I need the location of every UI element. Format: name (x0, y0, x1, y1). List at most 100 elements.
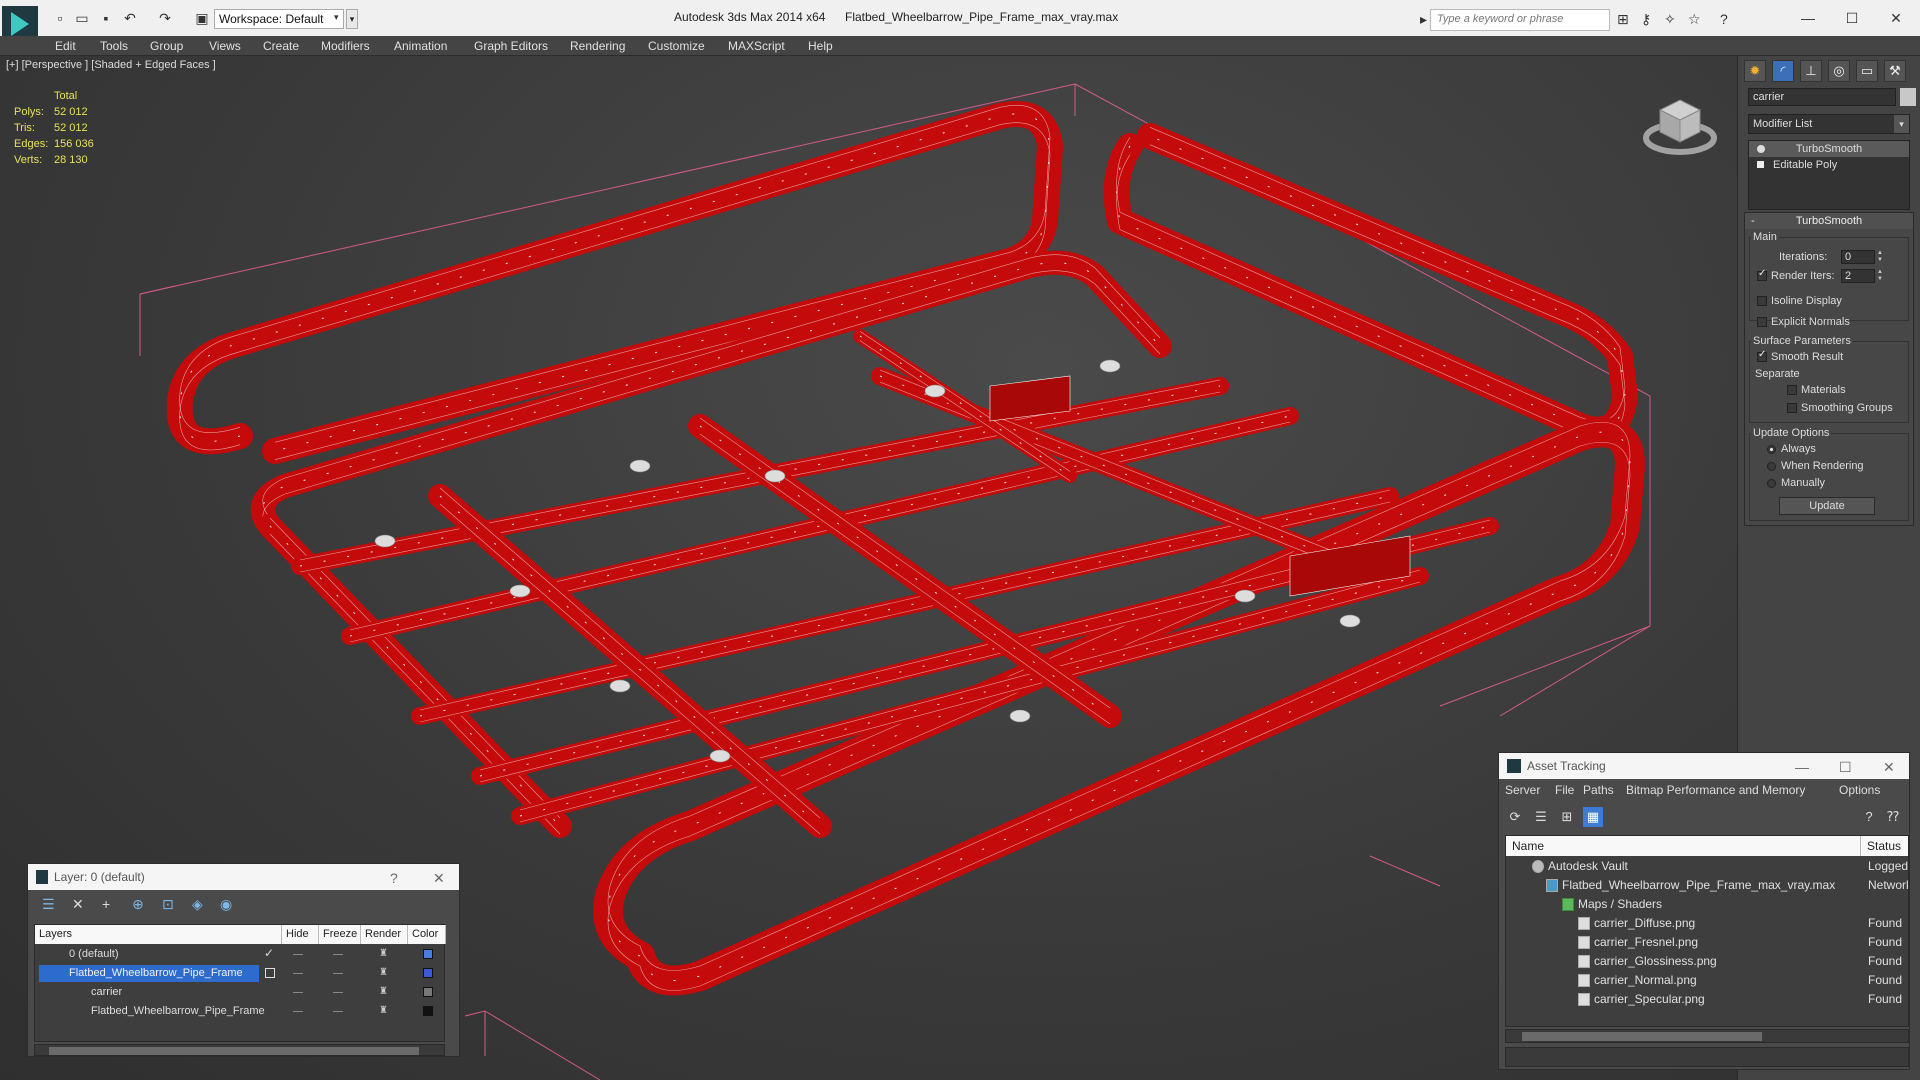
asset-row[interactable]: Flatbed_Wheelbarrow_Pipe_Frame_max_vray.… (1506, 876, 1908, 895)
spinner-arrows-icon[interactable]: ▲ ▼ (1877, 269, 1885, 283)
menu-options[interactable]: Options (1839, 783, 1880, 797)
column-status[interactable]: Status (1861, 836, 1908, 856)
menu-rendering[interactable]: Rendering (570, 39, 625, 53)
motion-tab-icon[interactable]: ◎ (1828, 60, 1850, 82)
tree-view-icon[interactable]: ⊞ (1557, 807, 1577, 827)
refresh-icon[interactable]: ⟳ (1505, 807, 1525, 827)
asset-name[interactable]: carrier_Specular.png (1594, 990, 1705, 1009)
hierarchy-tab-icon[interactable]: ⊥ (1800, 60, 1822, 82)
layer-name[interactable]: 0 (default) (39, 946, 259, 963)
menu-modifiers[interactable]: Modifiers (321, 39, 370, 53)
display-tab-icon[interactable]: ▭ (1856, 60, 1878, 82)
menu-tools[interactable]: Tools (100, 39, 128, 53)
menu-edit[interactable]: Edit (55, 39, 76, 53)
asset-name[interactable]: carrier_Normal.png (1594, 971, 1697, 990)
column-color[interactable]: Color (408, 925, 446, 944)
menu-file[interactable]: File (1555, 783, 1574, 797)
asset-name[interactable]: Maps / Shaders (1578, 895, 1662, 914)
layer-row[interactable]: 0 (default) ✓ ♜ (35, 945, 446, 964)
freeze-toggle[interactable] (333, 1011, 343, 1012)
explicit-normals-checkbox[interactable] (1757, 317, 1767, 327)
modifier-list-dropdown[interactable]: Modifier List (1748, 114, 1910, 134)
menu-animation[interactable]: Animation (394, 39, 447, 53)
menu-create[interactable]: Create (263, 39, 299, 53)
layer-window-titlebar[interactable]: Layer: 0 (default) ? ✕ (28, 864, 459, 890)
render-teapot-icon[interactable]: ♜ (379, 1005, 388, 1016)
iterations-spinner[interactable]: 0 (1841, 250, 1875, 264)
column-layers[interactable]: Layers (35, 925, 282, 944)
asset-name[interactable]: carrier_Fresnel.png (1594, 933, 1698, 952)
maximize-icon[interactable]: ☐ (1839, 759, 1852, 776)
highlight-layer-icon[interactable]: ◈ (192, 896, 203, 913)
layer-row[interactable]: Flatbed_Wheelbarrow_Pipe_Frame ♜ (35, 964, 446, 983)
layer-name[interactable]: Flatbed_Wheelbarrow_Pipe_Frame (39, 965, 259, 982)
viewport-label[interactable]: [+] [Perspective ] [Shaded + Edged Faces… (6, 59, 216, 71)
asset-row[interactable]: carrier_Glossiness.png Found (1506, 952, 1908, 971)
stack-item-turbosmooth[interactable]: TurboSmooth (1749, 141, 1909, 157)
expand-arrow-icon[interactable]: ▸ (1420, 11, 1427, 28)
horizontal-scrollbar[interactable] (1505, 1029, 1909, 1043)
render-teapot-icon[interactable]: ♜ (379, 967, 388, 978)
menu-group[interactable]: Group (150, 39, 183, 53)
freeze-toggle[interactable] (333, 973, 343, 974)
help-icon[interactable]: ? (1720, 11, 1728, 27)
minimize-icon[interactable]: — (1788, 4, 1828, 32)
maximize-icon[interactable]: ☐ (1832, 4, 1872, 32)
manually-radio[interactable] (1767, 479, 1776, 488)
asset-row[interactable]: carrier_Diffuse.png Found (1506, 914, 1908, 933)
menu-customize[interactable]: Customize (648, 39, 705, 53)
workspace-dropdown[interactable]: Workspace: Default (214, 9, 344, 29)
add-layer-icon[interactable]: + (102, 896, 110, 912)
delete-layer-icon[interactable]: ✕ (72, 896, 84, 913)
freeze-toggle[interactable] (333, 954, 343, 955)
select-objects-icon[interactable]: ⊡ (162, 896, 174, 913)
new-file-icon[interactable]: ▫ (52, 10, 68, 26)
menu-help[interactable]: Help (808, 39, 833, 53)
project-folder-icon[interactable]: ▣ (194, 10, 210, 26)
context-help-icon[interactable]: ⁇ (1883, 807, 1903, 827)
layer-color-swatch[interactable] (423, 968, 433, 978)
hide-toggle[interactable] (293, 1011, 303, 1012)
hide-toggle[interactable] (293, 973, 303, 974)
horizontal-scrollbar[interactable] (34, 1044, 445, 1056)
object-row[interactable]: carrier ♜ (35, 983, 446, 1002)
stack-item-editable-poly[interactable]: Editable Poly (1749, 157, 1909, 173)
list-view-icon[interactable]: ☰ (1531, 807, 1551, 827)
bulb-icon[interactable] (1757, 145, 1765, 153)
column-hide[interactable]: Hide (282, 925, 319, 944)
asset-name[interactable]: Autodesk Vault (1548, 857, 1628, 876)
search-input[interactable]: Type a keyword or phrase (1430, 9, 1610, 31)
asset-row[interactable]: carrier_Fresnel.png Found (1506, 933, 1908, 952)
asset-path-bar[interactable] (1505, 1047, 1909, 1067)
object-name[interactable]: Flatbed_Wheelbarrow_Pipe_Frame (39, 1003, 279, 1020)
update-button[interactable]: Update (1779, 497, 1875, 515)
column-render[interactable]: Render (361, 925, 408, 944)
hide-all-icon[interactable]: ◉ (220, 896, 232, 913)
chevron-down-icon[interactable]: ▾ (1894, 115, 1909, 133)
menu-graph-editors[interactable]: Graph Editors (474, 39, 548, 53)
modify-tab-icon[interactable]: ◜ (1772, 60, 1794, 82)
isoline-display-checkbox[interactable] (1757, 296, 1767, 306)
menu-paths[interactable]: Paths (1583, 783, 1614, 797)
minimize-icon[interactable]: — (1795, 759, 1809, 775)
render-teapot-icon[interactable]: ♜ (379, 948, 388, 959)
menu-server[interactable]: Server (1505, 783, 1540, 797)
create-tab-icon[interactable]: ✹ (1744, 60, 1766, 82)
hide-toggle[interactable] (293, 992, 303, 993)
redo-icon[interactable]: ↷ (157, 10, 173, 26)
always-radio[interactable] (1767, 445, 1776, 454)
set-active-box[interactable] (265, 968, 275, 978)
column-freeze[interactable]: Freeze (319, 925, 361, 944)
smoothing-groups-checkbox[interactable] (1787, 403, 1797, 413)
asset-row[interactable]: carrier_Specular.png Found (1506, 990, 1908, 1009)
utilities-tab-icon[interactable]: ⚒ (1884, 60, 1906, 82)
close-icon[interactable]: ✕ (1876, 4, 1916, 32)
column-name[interactable]: Name (1506, 836, 1861, 856)
hide-toggle[interactable] (293, 954, 303, 955)
object-color-swatch[interactable] (1900, 88, 1916, 106)
render-iters-checkbox[interactable] (1757, 268, 1767, 281)
workspace-expand-button[interactable]: ▾ (346, 9, 358, 29)
carrier-frame[interactable] (166, 101, 1645, 996)
active-layer-check-icon[interactable]: ✓ (264, 946, 274, 960)
object-name[interactable]: carrier (39, 984, 259, 1001)
